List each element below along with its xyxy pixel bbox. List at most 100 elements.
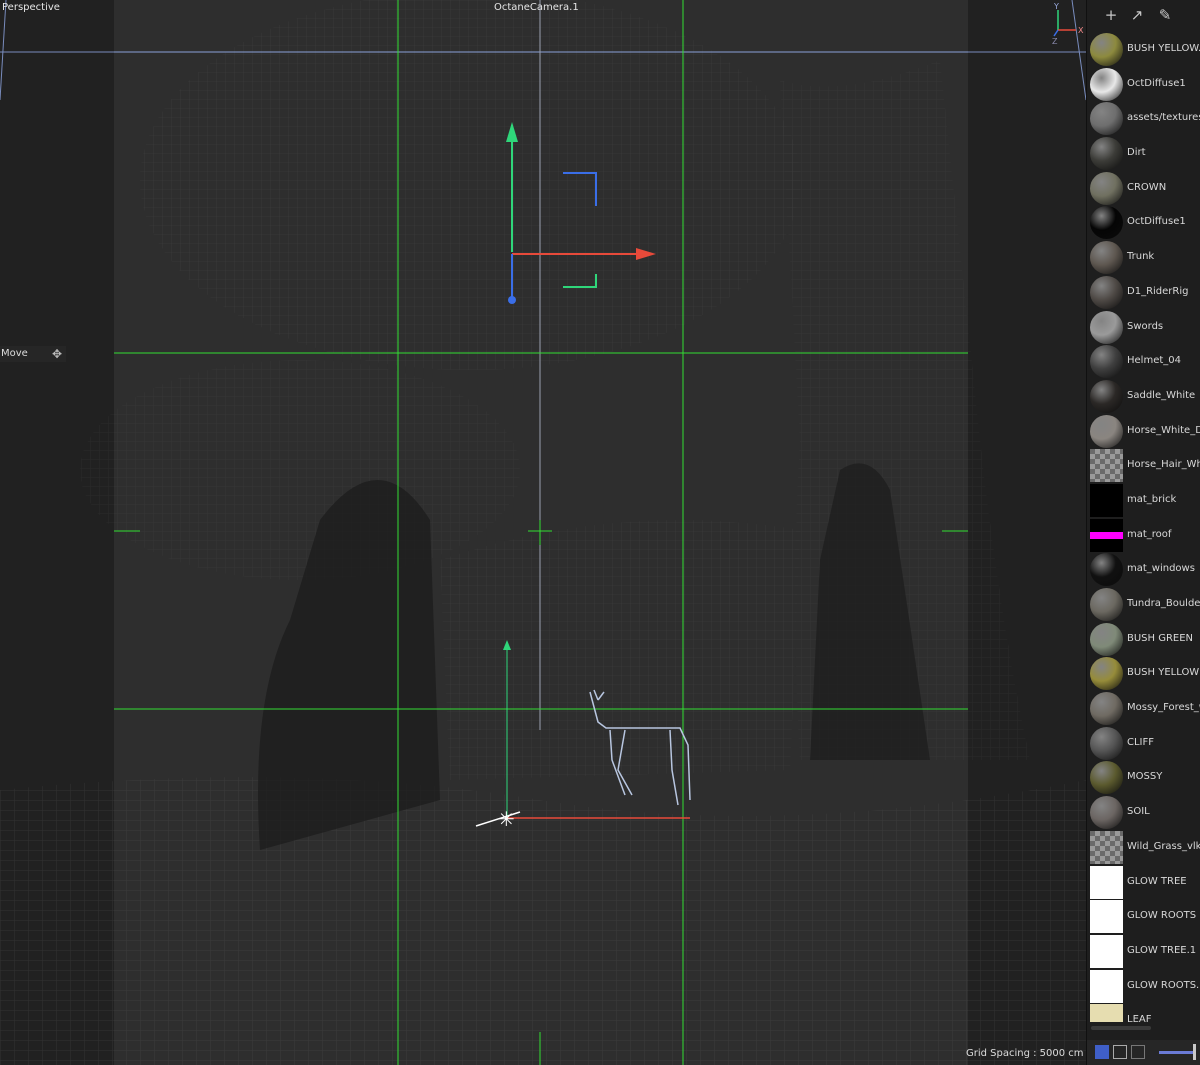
material-item[interactable]: Tundra_Boulder_: [1087, 587, 1200, 622]
material-item[interactable]: CROWN: [1087, 171, 1200, 206]
grid-spacing-readout: Grid Spacing : 5000 cm: [966, 1048, 1084, 1059]
material-item[interactable]: CLIFF: [1087, 726, 1200, 761]
material-label: Tundra_Boulder_: [1127, 598, 1200, 609]
material-label: OctDiffuse1: [1127, 77, 1186, 89]
list-view-icon[interactable]: [1095, 1045, 1109, 1059]
material-label: Horse_White_Di: [1127, 424, 1200, 436]
material-item[interactable]: BUSH YELLOW: [1087, 656, 1200, 691]
camera-name[interactable]: OctaneCamera.1: [494, 2, 579, 13]
zoom-slider[interactable]: [1159, 1051, 1195, 1054]
material-item[interactable]: Wild_Grass_vlkh: [1087, 830, 1200, 865]
material-manager-panel: + ↗ ✎ BUSH YELLOW.1 OctDiffuse1 assets/tex…: [1086, 0, 1200, 1065]
material-item[interactable]: Horse_White_Di: [1087, 414, 1200, 449]
material-item[interactable]: assets/textures/: [1087, 101, 1200, 136]
ground-mesh: [0, 777, 1086, 1065]
panel-scrollbar[interactable]: [1091, 1026, 1151, 1030]
material-label: BUSH GREEN: [1127, 632, 1194, 644]
material-thumbnail: [1090, 137, 1123, 171]
material-item[interactable]: mat_roof: [1087, 518, 1200, 553]
drape-mesh: [440, 520, 800, 780]
material-label: BUSH YELLOW: [1127, 667, 1200, 679]
material-item[interactable]: Helmet_04: [1087, 344, 1200, 379]
large-view-icon[interactable]: [1131, 1045, 1145, 1059]
material-item[interactable]: Swords: [1087, 310, 1200, 345]
viewport-scene[interactable]: ✳: [0, 0, 1086, 1065]
material-label: Swords: [1127, 320, 1164, 332]
material-thumbnail: [1090, 33, 1123, 66]
material-thumbnail: [1090, 830, 1123, 864]
material-thumbnail: [1090, 171, 1123, 205]
material-item[interactable]: GLOW ROOTS: [1087, 899, 1200, 934]
arrow-icon[interactable]: ↗: [1127, 5, 1147, 25]
material-label: MOSSY: [1127, 771, 1163, 783]
material-thumbnail: [1090, 67, 1123, 101]
svg-text:✳: ✳: [498, 807, 515, 831]
material-label: D1_RiderRig: [1127, 285, 1189, 297]
material-thumbnail: [1090, 622, 1123, 656]
material-thumbnail: [1090, 726, 1123, 760]
move-tool-indicator[interactable]: Move ✥: [0, 346, 66, 362]
material-thumbnail: [1090, 310, 1123, 344]
plus-icon[interactable]: +: [1101, 5, 1121, 25]
material-label: Trunk: [1127, 251, 1155, 263]
material-thumbnail: [1090, 518, 1123, 552]
material-label: OctDiffuse1: [1127, 216, 1186, 228]
material-label: CLIFF: [1127, 736, 1155, 748]
material-thumbnail: [1090, 900, 1123, 934]
material-item[interactable]: mat_brick: [1087, 483, 1200, 518]
material-label: GLOW ROOTS: [1127, 910, 1197, 922]
material-item[interactable]: Horse_Hair_Whi: [1087, 448, 1200, 483]
material-thumbnail: [1090, 761, 1123, 795]
material-item[interactable]: GLOW ROOTS.1: [1087, 969, 1200, 1004]
material-item[interactable]: BUSH GREEN: [1087, 622, 1200, 657]
material-label: Wild_Grass_vlkh: [1127, 840, 1200, 852]
grid-view-icon[interactable]: [1113, 1045, 1127, 1059]
material-thumbnail: [1090, 206, 1123, 240]
material-thumbnail: [1090, 934, 1123, 968]
material-item[interactable]: GLOW TREE.1: [1087, 934, 1200, 969]
eyedropper-icon[interactable]: ✎: [1155, 5, 1175, 25]
material-item[interactable]: LEAF: [1087, 1003, 1200, 1022]
material-item[interactable]: Mossy_Forest_w: [1087, 691, 1200, 726]
material-item[interactable]: OctDiffuse1: [1087, 67, 1200, 102]
zoom-slider-knob[interactable]: [1193, 1044, 1196, 1060]
material-item[interactable]: OctDiffuse1: [1087, 205, 1200, 240]
material-label: mat_brick: [1127, 493, 1177, 505]
material-label: mat_windows: [1127, 563, 1195, 575]
material-item[interactable]: mat_windows: [1087, 552, 1200, 587]
material-label: Helmet_04: [1127, 355, 1181, 367]
material-item[interactable]: MOSSY: [1087, 760, 1200, 795]
material-thumbnail: [1090, 102, 1123, 136]
material-item[interactable]: BUSH YELLOW.1: [1087, 32, 1200, 67]
material-thumbnail: [1090, 692, 1123, 726]
material-toolbar: + ↗ ✎: [1087, 0, 1200, 30]
viewport-name[interactable]: Perspective: [2, 2, 60, 13]
material-thumbnail: [1090, 483, 1123, 517]
panel-bottom-bar: [1087, 1040, 1200, 1065]
material-list[interactable]: BUSH YELLOW.1 OctDiffuse1 assets/textures/…: [1087, 32, 1200, 1022]
material-label: BUSH YELLOW.1: [1127, 43, 1200, 54]
material-label: LEAF: [1127, 1014, 1152, 1022]
material-label: Horse_Hair_Whi: [1127, 459, 1200, 471]
material-item[interactable]: GLOW TREE: [1087, 865, 1200, 900]
material-label: CROWN: [1127, 181, 1167, 193]
material-label: GLOW ROOTS.1: [1127, 979, 1200, 991]
material-label: Mossy_Forest_w: [1127, 702, 1200, 714]
material-label: GLOW TREE.1: [1127, 944, 1197, 956]
material-thumbnail: [1090, 414, 1123, 448]
material-thumbnail: [1090, 275, 1123, 309]
material-item[interactable]: D1_RiderRig: [1087, 275, 1200, 310]
material-thumbnail: [1090, 345, 1123, 379]
material-label: assets/textures/: [1127, 112, 1200, 124]
material-item[interactable]: Saddle_White: [1087, 379, 1200, 414]
viewport[interactable]: ✳ Perspective OctaneCamera.1 Move ✥ Y X …: [0, 0, 1086, 1065]
material-label: Saddle_White: [1127, 389, 1196, 401]
material-item[interactable]: SOIL: [1087, 795, 1200, 830]
material-item[interactable]: Trunk: [1087, 240, 1200, 275]
material-item[interactable]: Dirt: [1087, 136, 1200, 171]
material-label: GLOW TREE: [1127, 875, 1187, 887]
material-thumbnail: [1090, 657, 1123, 691]
tree-canopy: [140, 0, 800, 370]
material-thumbnail: [1090, 379, 1123, 413]
material-label: mat_roof: [1127, 528, 1172, 540]
